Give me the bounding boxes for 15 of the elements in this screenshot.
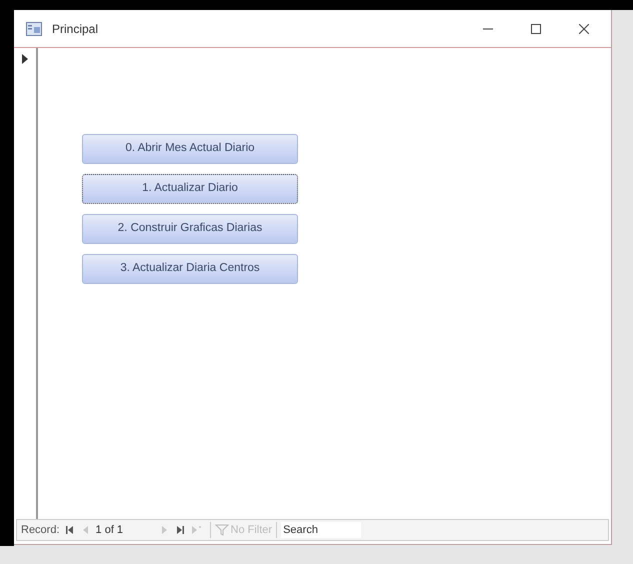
record-position-field[interactable]: 1 of 1	[94, 522, 156, 538]
window-title: Principal	[52, 20, 98, 38]
command-button[interactable]: 1. Actualizar Diario	[82, 174, 298, 204]
search-field[interactable]: Search	[281, 522, 362, 538]
command-button[interactable]: 2. Construir Graficas Diarias	[82, 214, 298, 244]
record-label: Record:	[21, 522, 60, 538]
command-button[interactable]: 3. Actualizar Diaria Centros	[82, 254, 298, 284]
command-button[interactable]: 0. Abrir Mes Actual Diario	[82, 134, 298, 164]
current-record-icon	[22, 54, 28, 64]
filter-icon	[214, 524, 229, 536]
maximize-icon	[531, 24, 541, 34]
new-record-icon	[190, 524, 202, 536]
close-icon	[579, 24, 589, 34]
first-record-icon	[64, 524, 76, 536]
form-icon	[26, 22, 42, 36]
